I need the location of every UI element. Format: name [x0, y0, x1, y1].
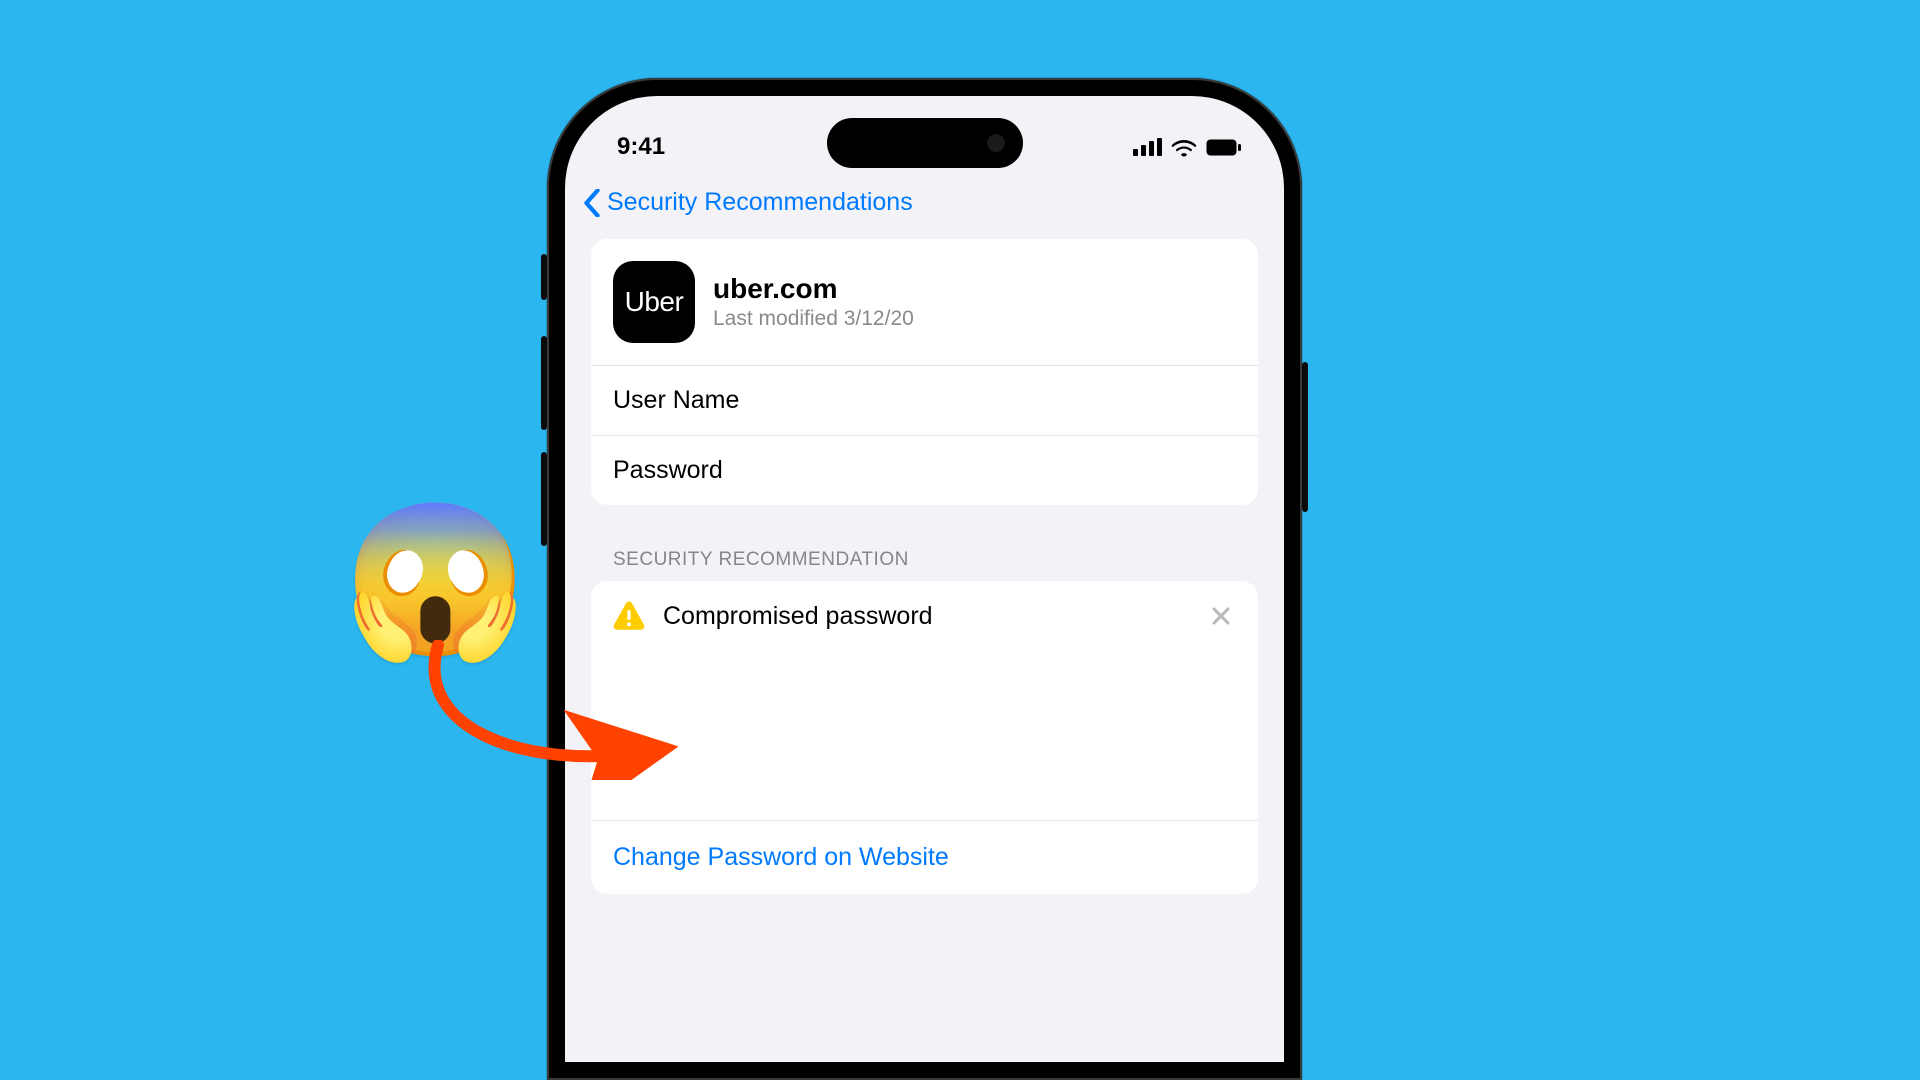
silent-switch[interactable] — [541, 254, 547, 300]
power-button[interactable] — [1302, 362, 1308, 512]
username-label: User Name — [613, 386, 739, 414]
change-password-link[interactable]: Change Password on Website — [591, 821, 1258, 894]
wifi-icon — [1171, 138, 1197, 157]
status-time: 9:41 — [617, 133, 665, 161]
recommendation-card: Compromised password Change Password on … — [591, 581, 1258, 894]
recommendation-title: Compromised password — [663, 602, 933, 631]
password-label: Password — [613, 456, 723, 484]
credential-card: Uber uber.com Last modified 3/12/20 User… — [591, 239, 1258, 505]
warning-triangle-icon — [613, 601, 645, 631]
app-icon-label: Uber — [625, 286, 684, 318]
site-row[interactable]: Uber uber.com Last modified 3/12/20 — [591, 239, 1258, 365]
cellular-signal-icon — [1133, 138, 1162, 156]
scream-emoji-annotation: 😱 — [342, 505, 529, 655]
password-row[interactable]: Password — [591, 435, 1258, 505]
site-modified: Last modified 3/12/20 — [713, 307, 914, 331]
phone-frame: 9:41 — [547, 78, 1302, 1080]
dismiss-button[interactable] — [1206, 601, 1236, 631]
chevron-left-icon — [583, 189, 601, 217]
screen: 9:41 — [565, 96, 1284, 1062]
volume-up-button[interactable] — [541, 336, 547, 430]
site-app-icon: Uber — [613, 261, 695, 343]
change-password-label: Change Password on Website — [613, 843, 949, 871]
site-domain: uber.com — [713, 273, 914, 305]
back-button[interactable]: Security Recommendations — [565, 170, 1284, 239]
dynamic-island — [827, 118, 1023, 168]
battery-icon — [1206, 139, 1242, 156]
section-header: SECURITY RECOMMENDATION — [613, 549, 1236, 571]
username-row[interactable]: User Name — [591, 365, 1258, 435]
back-label: Security Recommendations — [607, 188, 913, 217]
volume-down-button[interactable] — [541, 452, 547, 546]
close-icon — [1211, 606, 1231, 626]
recommendation-row[interactable]: Compromised password — [591, 581, 1258, 651]
recommendation-detail-area — [591, 651, 1258, 821]
